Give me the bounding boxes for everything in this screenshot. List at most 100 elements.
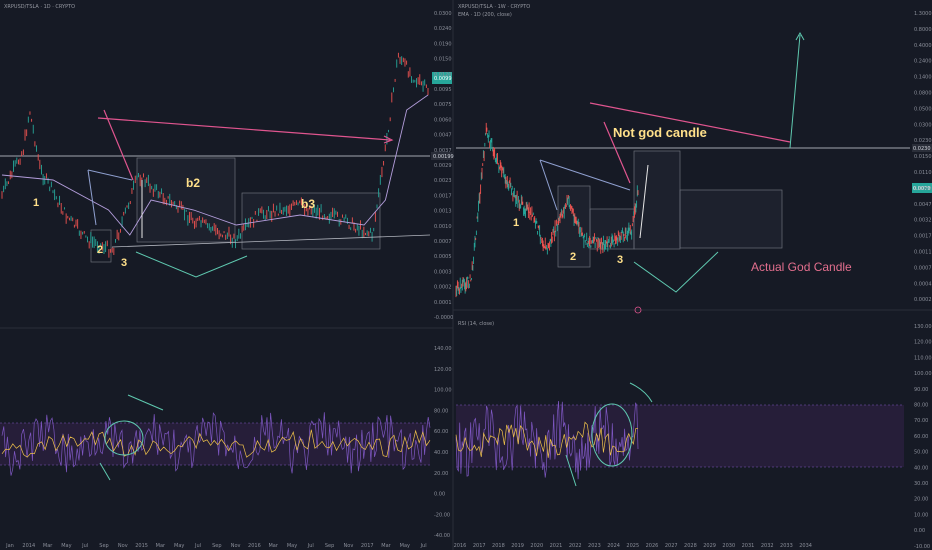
right-gray-arrow-2 bbox=[539, 159, 631, 191]
right-x-tick: 2019 bbox=[511, 543, 524, 549]
left-price-tick: 0.0190 bbox=[434, 41, 452, 47]
right-x-tick: 2023 bbox=[588, 543, 601, 549]
right-rsi-tick: 10.00 bbox=[914, 512, 928, 518]
right-x-tick: 2026 bbox=[646, 543, 659, 549]
left-price-tick: 0.0095 bbox=[434, 87, 452, 93]
right-rsi-tick: 30.00 bbox=[914, 481, 928, 487]
left-price-tick: 0.0007 bbox=[434, 239, 452, 245]
right-label-1: 1 bbox=[513, 217, 519, 229]
left-rsi-tick: -40.00 bbox=[434, 533, 450, 539]
left-x-tick: Jul bbox=[194, 543, 201, 549]
left-x-tick: Jul bbox=[420, 543, 427, 549]
left-teal-arrow-down bbox=[135, 251, 248, 278]
right-price-tick: 0.0110 bbox=[914, 170, 932, 176]
left-x-tick: Nov bbox=[118, 543, 128, 549]
left-label-b2: b2 bbox=[186, 176, 200, 190]
right-price-tick: 0.0230 bbox=[914, 138, 932, 144]
left-price-tick: 0.0047 bbox=[434, 133, 452, 139]
left-x-tick: May bbox=[287, 543, 297, 549]
right-rsi-tick: 70.00 bbox=[914, 418, 928, 424]
left-x-tick: May bbox=[400, 543, 410, 549]
left-x-tick: Mar bbox=[43, 543, 53, 549]
left-gray-arrow bbox=[87, 169, 97, 226]
left-price-tick: 0.0060 bbox=[434, 117, 452, 123]
left-price-tick: 0.0037 bbox=[434, 148, 452, 154]
left-label-3: 3 bbox=[121, 257, 127, 269]
right-x-tick: 2033 bbox=[780, 543, 793, 549]
right-price-tick: 0.8000 bbox=[914, 27, 932, 33]
chart-canvas: XRPUSD/TSLA · 1D · CRYPTO XRPUSD/TSLA · … bbox=[0, 0, 932, 550]
right-price-tick: 0.0300 bbox=[914, 122, 932, 128]
left-rsi-tick: -20.00 bbox=[434, 512, 450, 518]
left-price-tick: 0.0075 bbox=[434, 102, 452, 108]
right-x-tick: 2027 bbox=[665, 543, 678, 549]
left-price-tick: 0.0023 bbox=[434, 178, 452, 184]
right-x-tick: 2025 bbox=[626, 543, 639, 549]
right-price-tick: 0.0500 bbox=[914, 106, 932, 112]
left-x-tick: Mar bbox=[156, 543, 166, 549]
right-x-tick: 2016 bbox=[454, 543, 467, 549]
left-x-tick: Jul bbox=[307, 543, 314, 549]
left-rsi-tick: 80.00 bbox=[434, 408, 448, 414]
right-price-tick: 0.0032 bbox=[914, 218, 932, 224]
right-rsi-tick: 120.00 bbox=[914, 340, 932, 346]
left-price-tick: 0.0001 bbox=[434, 300, 452, 306]
left-price-tick: 0.0240 bbox=[434, 26, 452, 32]
right-rsi-title: RSI (14, close) bbox=[458, 321, 494, 327]
left-x-tick: Nov bbox=[344, 543, 354, 549]
right-rsi-tick: 40.00 bbox=[914, 465, 928, 471]
left-rsi-teal-arrow bbox=[99, 462, 111, 481]
left-x-tick: 2015 bbox=[135, 543, 148, 549]
left-label-1: 1 bbox=[33, 197, 39, 209]
right-price-tick: 0.0017 bbox=[914, 234, 932, 240]
left-chart-title: XRPUSD/TSLA · 1D · CRYPTO bbox=[4, 4, 75, 10]
left-x-tick: Nov bbox=[231, 543, 241, 549]
right-label-not-god: Not god candle bbox=[613, 125, 707, 140]
left-x-tick: Jul bbox=[81, 543, 88, 549]
right-box-projection bbox=[679, 189, 783, 249]
right-price-tick: 0.0004 bbox=[914, 281, 932, 287]
right-rsi-teal-curve bbox=[629, 382, 653, 403]
left-rsi-tick: 20.00 bbox=[434, 471, 448, 477]
right-price-tick: 0.0069 bbox=[914, 186, 932, 192]
left-price-tick: 0.0300 bbox=[434, 11, 452, 17]
right-x-tick: 2028 bbox=[684, 543, 697, 549]
left-pink-arrow bbox=[97, 117, 391, 141]
right-x-tick: 2024 bbox=[607, 543, 620, 549]
right-price-tick: 1.3000 bbox=[914, 11, 932, 17]
left-price-tick: 0.0013 bbox=[434, 209, 452, 215]
right-price-tick: 0.4000 bbox=[914, 43, 932, 49]
left-x-tick: Mar bbox=[268, 543, 278, 549]
left-rsi-teal-line bbox=[127, 394, 164, 411]
right-teal-v bbox=[633, 251, 719, 293]
left-price-tick: 0.0003 bbox=[434, 269, 452, 275]
left-rsi-tick: 40.00 bbox=[434, 450, 448, 456]
right-price-tick: 0.0007 bbox=[914, 265, 932, 271]
right-x-tick: 2029 bbox=[703, 543, 716, 549]
left-price-tick: 0.0002 bbox=[434, 285, 452, 291]
right-price-tick: 0.0800 bbox=[914, 91, 932, 97]
left-x-tick: 2016 bbox=[248, 543, 261, 549]
left-price-tick: -0.0000 bbox=[434, 315, 453, 321]
left-hline-tag-text: 0.00199 bbox=[433, 154, 454, 160]
left-price-tick: 0.0120 bbox=[434, 72, 452, 78]
left-label-2: 2 bbox=[97, 244, 103, 256]
left-label-b3: b3 bbox=[301, 197, 315, 211]
left-x-tick: Mar bbox=[381, 543, 391, 549]
right-rsi-tick: 110.00 bbox=[914, 355, 932, 361]
left-rsi-tick: 100.00 bbox=[434, 388, 452, 394]
right-x-tick: 2021 bbox=[550, 543, 563, 549]
right-price-tick: 0.0150 bbox=[914, 154, 932, 160]
left-x-tick: Jan bbox=[5, 543, 14, 549]
left-price-tick: 0.0017 bbox=[434, 193, 452, 199]
right-x-tick: 2034 bbox=[799, 543, 812, 549]
right-rsi-tick: 90.00 bbox=[914, 387, 928, 393]
right-x-tick: 2017 bbox=[473, 543, 486, 549]
right-price-tick: 0.2400 bbox=[914, 59, 932, 65]
right-rsi-tick: -10.00 bbox=[914, 544, 930, 550]
right-rsi-tick: 60.00 bbox=[914, 434, 928, 440]
left-price-tick: 0.0029 bbox=[434, 163, 452, 169]
left-price-tick: 0.0150 bbox=[434, 57, 452, 63]
left-x-tick: May bbox=[61, 543, 71, 549]
right-teal-up-arrow bbox=[789, 34, 801, 149]
